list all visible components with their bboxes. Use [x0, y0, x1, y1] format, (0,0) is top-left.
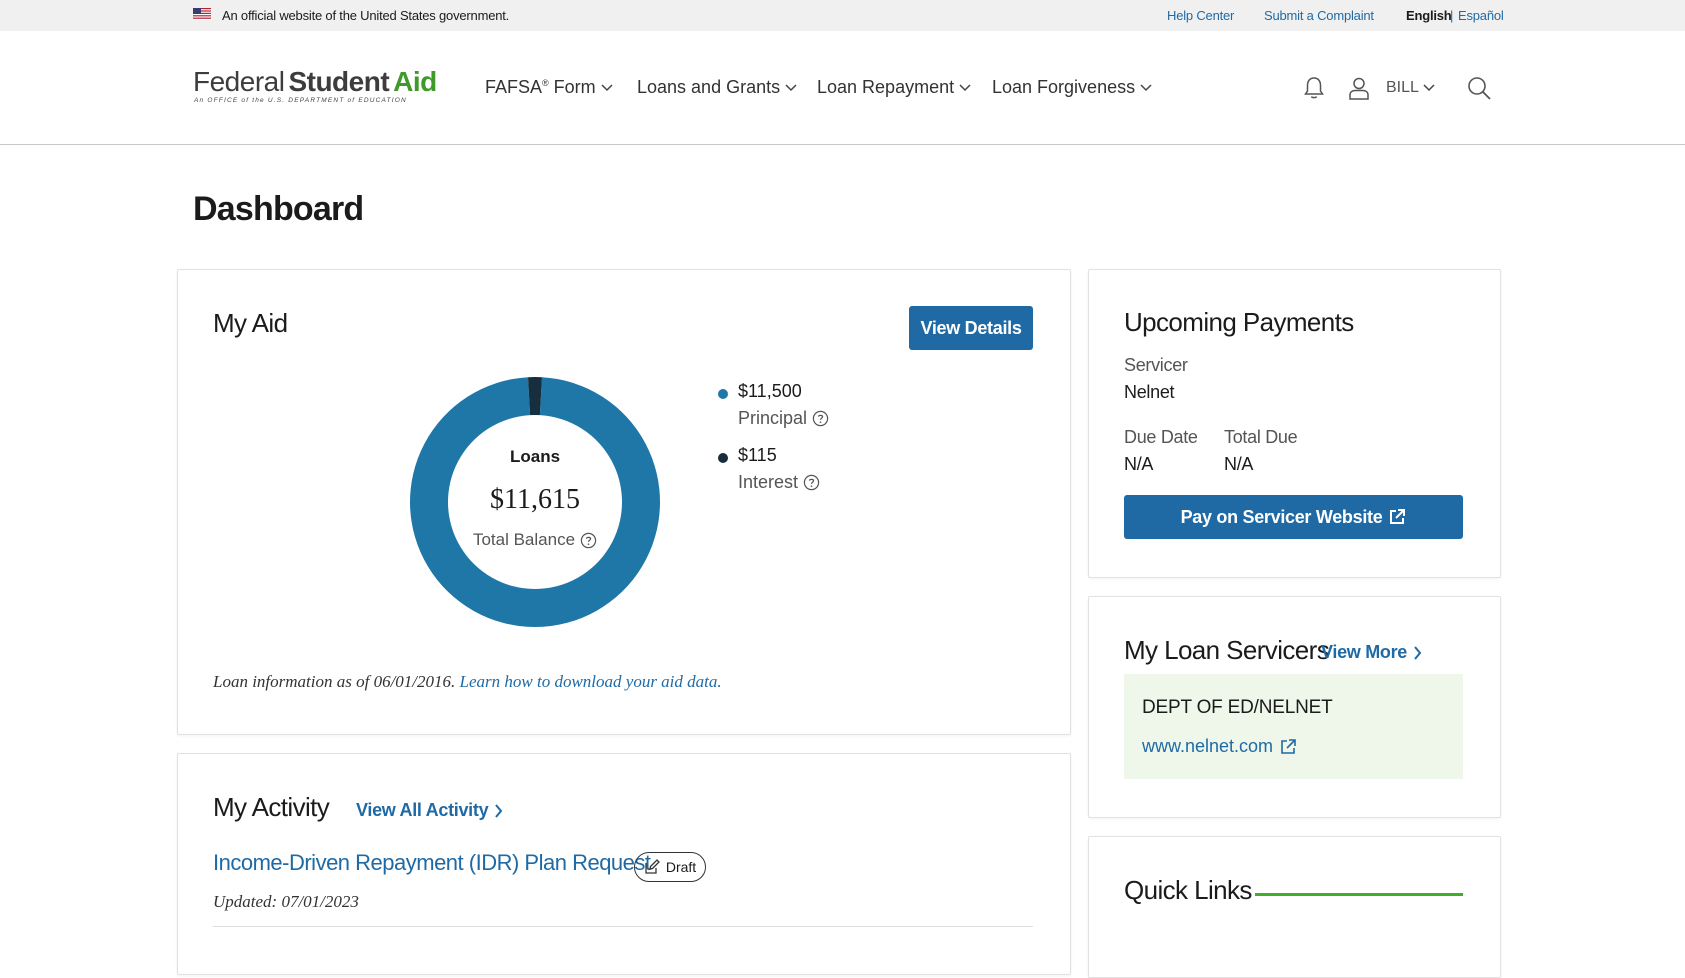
- edit-icon: [645, 859, 660, 874]
- servicer-website-link[interactable]: www.nelnet.com: [1142, 736, 1297, 757]
- activity-divider: [213, 926, 1033, 927]
- total-due-label: Total Due: [1224, 427, 1298, 447]
- nav-loan-forgiveness[interactable]: Loan Forgiveness: [992, 77, 1152, 98]
- servicer-value: Nelnet: [1124, 382, 1175, 402]
- us-flag-icon: [193, 8, 211, 20]
- nav-loans-and-grants[interactable]: Loans and Grants: [637, 77, 797, 98]
- logo-word-aid: Aid: [393, 66, 437, 97]
- view-details-button[interactable]: View Details: [909, 306, 1033, 350]
- logo-word-student: Student: [288, 66, 390, 97]
- legend-interest-text: Interest: [738, 472, 799, 492]
- quick-links-card: [1088, 836, 1501, 978]
- activity-item-title[interactable]: Income-Driven Repayment (IDR) Plan Reque…: [213, 850, 651, 876]
- total-balance-label: Total Balance: [410, 530, 660, 550]
- view-all-activity-link[interactable]: View All Activity: [356, 800, 503, 821]
- servicer-label: Servicer: [1124, 355, 1188, 375]
- donut-center: Loans $11,615 Total Balance: [410, 377, 660, 627]
- chevron-down-icon: [959, 83, 971, 91]
- chevron-right-icon: [1414, 645, 1422, 660]
- gov-banner: An official website of the United States…: [0, 0, 1685, 31]
- chevron-down-icon: [601, 83, 613, 91]
- my-activity-title: My Activity: [213, 792, 330, 822]
- language-english-link[interactable]: English: [1406, 8, 1452, 23]
- pay-button-label: Pay on Servicer Website: [1180, 506, 1383, 527]
- legend-principal-text: Principal: [738, 408, 808, 428]
- help-center-link[interactable]: Help Center: [1167, 8, 1234, 23]
- my-aid-title: My Aid: [213, 308, 288, 338]
- servicer-name: DEPT OF ED/NELNET: [1142, 697, 1333, 718]
- activity-updated-date: Updated: 07/01/2023: [213, 892, 359, 911]
- chevron-down-icon: [785, 83, 797, 91]
- donut-total-value: $11,615: [490, 484, 580, 515]
- servicer-box: [1124, 674, 1463, 779]
- view-all-activity-label: View All Activity: [356, 800, 489, 820]
- logo-subtitle: An OFFICE of the U.S. DEPARTMENT of EDUC…: [194, 97, 407, 104]
- draft-badge-label: Draft: [665, 859, 697, 875]
- user-icon[interactable]: [1346, 75, 1372, 101]
- draft-status-badge: Draft: [634, 852, 706, 882]
- user-name-label: BILL: [1386, 79, 1419, 96]
- quick-links-title: Quick Links: [1124, 875, 1252, 905]
- nav-fafsa-label: FAFSA: [485, 77, 543, 97]
- nav-fafsa-sup: ®: [542, 78, 549, 88]
- external-link-icon: [1281, 738, 1296, 754]
- help-question-icon[interactable]: [803, 474, 820, 491]
- legend-dot-interest: [718, 453, 728, 463]
- external-link-icon: [1390, 509, 1406, 524]
- bell-icon[interactable]: [1301, 75, 1327, 101]
- submit-complaint-link[interactable]: Submit a Complaint: [1264, 8, 1374, 23]
- nav-loan-forgiveness-label: Loan Forgiveness: [992, 77, 1136, 97]
- nav-loan-repayment[interactable]: Loan Repayment: [817, 77, 971, 98]
- fsa-logo[interactable]: Federal Student Aid An OFFICE of the U.S. …: [193, 66, 437, 104]
- nav-fafsa-form[interactable]: FAFSA® Form: [485, 77, 613, 98]
- view-more-servicers-link[interactable]: View More: [1321, 642, 1422, 663]
- due-date-label: Due Date: [1124, 427, 1198, 447]
- site-header: Federal Student Aid An OFFICE of the U.S. …: [0, 31, 1685, 145]
- official-site-text: An official website of the United States…: [222, 8, 510, 23]
- quick-links-accent-rule: [1255, 893, 1463, 896]
- logo-word-federal: Federal: [193, 66, 285, 97]
- pay-on-servicer-website-button[interactable]: Pay on Servicer Website: [1124, 495, 1463, 539]
- page-title: Dashboard: [193, 190, 364, 228]
- legend-principal-label: Principal: [738, 408, 829, 429]
- legend-dot-principal: [718, 389, 728, 399]
- legend-interest-label: Interest: [738, 472, 820, 493]
- servicer-url-label: www.nelnet.com: [1142, 736, 1274, 756]
- legend-principal-amount: $11,500: [738, 381, 802, 401]
- upcoming-payments-title: Upcoming Payments: [1124, 307, 1354, 337]
- total-due-value: N/A: [1224, 454, 1254, 474]
- loan-info-date-text: Loan information as of 06/01/2016.: [213, 672, 456, 691]
- help-question-icon[interactable]: [812, 410, 829, 427]
- chevron-down-icon: [1140, 83, 1152, 91]
- loan-servicers-title: My Loan Servicers: [1124, 635, 1330, 665]
- chevron-down-icon: [1423, 84, 1435, 92]
- search-icon[interactable]: [1466, 75, 1492, 101]
- language-separator: |: [1450, 8, 1454, 23]
- due-date-value: N/A: [1124, 454, 1154, 474]
- nav-loans-and-grants-label: Loans and Grants: [637, 77, 781, 97]
- help-question-icon[interactable]: [580, 532, 597, 549]
- chevron-right-icon: [495, 803, 503, 818]
- view-more-label: View More: [1321, 642, 1407, 662]
- donut-label: Loans: [509, 447, 561, 466]
- total-balance-text: Total Balance: [472, 530, 576, 549]
- nav-fafsa-suffix: Form: [548, 77, 596, 97]
- nav-loan-repayment-label: Loan Repayment: [817, 77, 955, 97]
- language-espanol-link[interactable]: Español: [1458, 8, 1504, 23]
- user-menu[interactable]: BILL: [1386, 79, 1435, 97]
- loan-info-note: Loan information as of 06/01/2016. Learn…: [213, 672, 722, 692]
- download-aid-data-link[interactable]: Learn how to download your aid data.: [460, 672, 722, 691]
- legend-interest-amount: $115: [738, 445, 777, 465]
